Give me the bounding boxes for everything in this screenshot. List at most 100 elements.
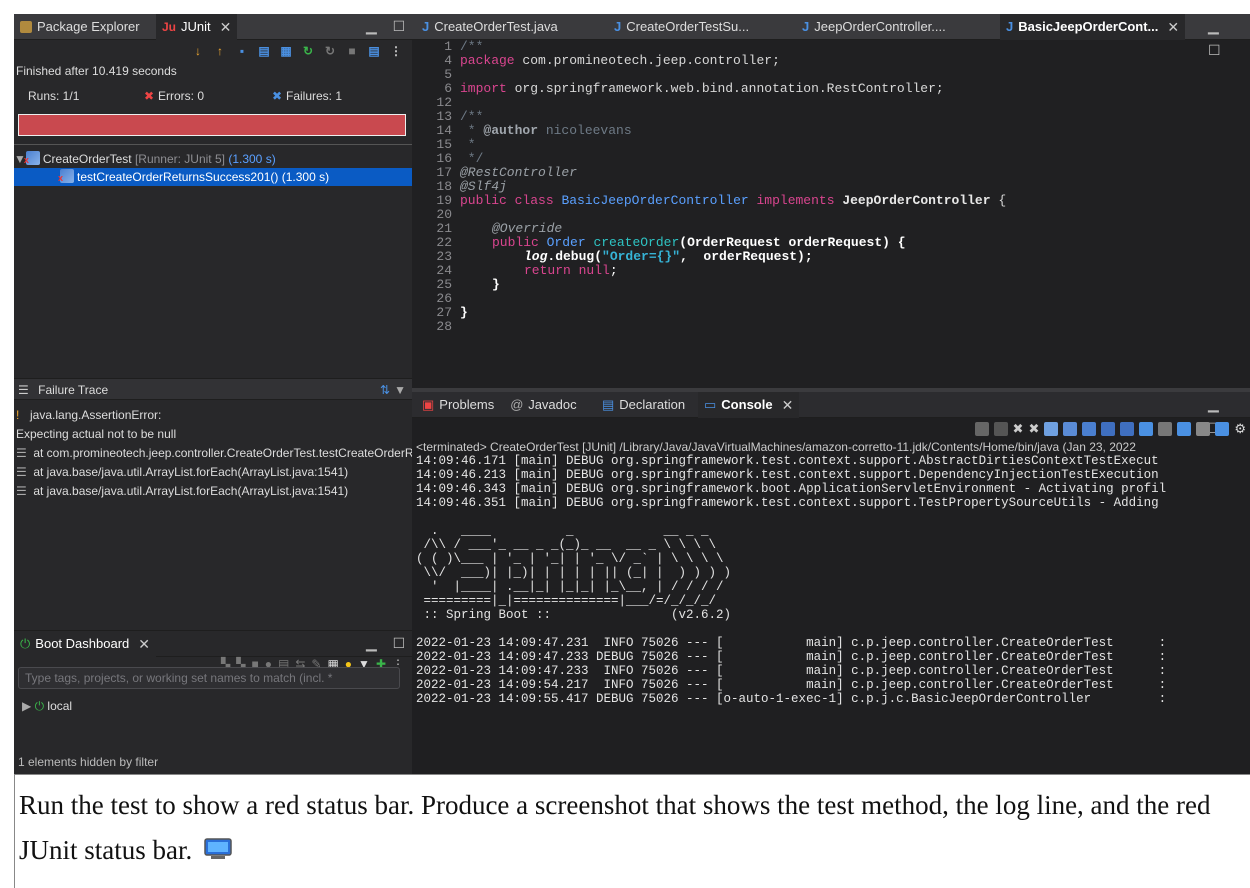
window-controls[interactable]: ▁ ☐ <box>1208 14 1250 58</box>
code-param: orderRequest) { <box>780 235 906 250</box>
next-failure-icon[interactable]: ↓ <box>190 43 206 59</box>
scroll-lock-icon[interactable]: ▤ <box>256 43 272 59</box>
skipped-tests-icon[interactable]: ▦ <box>278 43 294 59</box>
tab-label: Console <box>721 397 773 412</box>
editor-tab[interactable]: J JeepOrderController.... <box>796 14 952 40</box>
window-controls[interactable]: ▁ ☐ <box>366 631 411 657</box>
previous-failure-icon[interactable]: ↑ <box>212 43 228 59</box>
show-on-output-icon[interactable] <box>1101 422 1116 436</box>
tab-javadoc[interactable]: @ Javadoc <box>504 392 583 418</box>
code-text: ; <box>609 263 618 278</box>
line-number: 18 <box>436 179 452 194</box>
console-view: ▣ Problems @ Javadoc ▤ Declaration ▭ Console… <box>412 388 1250 774</box>
trace-line[interactable]: Expecting actual not to be null <box>16 425 412 443</box>
filter-icon[interactable]: ▼ <box>394 379 406 401</box>
error-icon: ✖ <box>144 89 155 103</box>
tab-package-explorer[interactable]: Package Explorer <box>14 14 146 40</box>
code-keyword: public <box>492 235 539 250</box>
new-console-icon[interactable] <box>1215 422 1230 436</box>
close-icon[interactable]: ✕ <box>220 14 232 40</box>
clear-console-icon[interactable] <box>1044 422 1059 436</box>
line-number: 26 <box>436 291 452 306</box>
package-explorer-icon <box>20 21 32 33</box>
trace-line[interactable]: ☰ at com.promineotech.jeep.controller.Cr… <box>16 444 412 462</box>
power-icon: ⏻ <box>20 636 31 651</box>
javadoc-icon: @ <box>510 397 524 412</box>
pin-console-icon[interactable] <box>1139 422 1154 436</box>
line-number: 20 <box>436 207 452 222</box>
show-failures-only-icon[interactable]: ▪ <box>234 43 250 59</box>
code-keyword: import <box>460 81 507 96</box>
code-method-name: createOrder <box>593 235 680 250</box>
power-icon: ⏻ <box>34 699 45 713</box>
editor-tab[interactable]: J CreateOrderTestSu... <box>608 14 755 40</box>
boot-node-local[interactable]: ▶ ⏻ local <box>22 697 412 715</box>
console-line: 14:09:46.351 [main] DEBUG org.springfram… <box>416 496 1159 510</box>
stop-icon[interactable] <box>993 422 1008 436</box>
problems-icon: ▣ <box>422 397 435 412</box>
rerun-failed-icon[interactable]: ↻ <box>322 43 338 59</box>
show-on-error-icon[interactable] <box>1120 422 1135 436</box>
left-tabbar: Package Explorer Ju JUnit ✕ ▁ ☐ <box>14 14 412 40</box>
eclipse-window: Package Explorer Ju JUnit ✕ ▁ ☐ ↓ ↑ ▪ ▤ … <box>14 14 1250 774</box>
tab-boot-dashboard[interactable]: ⏻ Boot Dashboard ✕ <box>14 631 156 657</box>
console-line: 2022-01-23 14:09:47.231 INFO 75026 --- [… <box>416 636 1167 650</box>
console-line: :: Spring Boot :: (v2.6.2) <box>416 608 732 622</box>
scroll-lock-icon[interactable] <box>1063 422 1078 436</box>
close-icon[interactable]: ✕ <box>782 392 794 418</box>
display-console-icon[interactable] <box>1158 422 1173 436</box>
trace-line[interactable]: ☰ at java.base/java.util.ArrayList.forEa… <box>16 463 412 481</box>
copy-icon[interactable] <box>1196 422 1211 436</box>
line-number: 4 <box>444 53 452 68</box>
junit-icon: Ju <box>162 20 177 34</box>
console-toolbar: ✖ ✖ ⚙ <box>412 418 1250 440</box>
trace-text: at java.base/java.util.ArrayList.forEach… <box>33 484 349 498</box>
open-console-icon[interactable] <box>1177 422 1192 436</box>
editor-tab[interactable]: J CreateOrderTest.java <box>416 14 564 40</box>
tab-declaration[interactable]: ▤ Declaration <box>596 392 691 418</box>
history-icon[interactable]: ▤ <box>366 43 382 59</box>
remove-all-icon[interactable]: ✖ <box>1028 421 1039 437</box>
caption-text: Run the test to show a red status bar. P… <box>19 790 1211 865</box>
rerun-icon[interactable]: ↻ <box>300 43 316 59</box>
code-annotation: @Slf4j <box>460 179 507 194</box>
line-number: 14 <box>436 123 452 138</box>
console-line: ' |____| .__|_| |_|_| |_\__, | / / / / <box>416 580 724 594</box>
console-line: ​ <box>416 510 1166 524</box>
boot-filter-input[interactable]: Type tags, projects, or working set name… <box>18 667 400 689</box>
line-number: 27 <box>436 305 452 320</box>
test-class-row[interactable]: ▼CreateOrderTest [Runner: JUnit 5] (1.30… <box>14 150 412 169</box>
trace-line[interactable]: ! java.lang.AssertionError: <box>16 406 412 424</box>
close-icon[interactable]: ✕ <box>1167 14 1179 40</box>
test-suite-icon <box>24 151 40 169</box>
settings-icon[interactable]: ⚙ <box>1234 421 1246 437</box>
line-number: 28 <box>436 319 452 334</box>
test-method-icon <box>58 169 74 187</box>
tab-label: Problems <box>439 397 495 412</box>
close-icon[interactable]: ✕ <box>138 631 150 657</box>
console-icon: ▭ <box>704 397 717 412</box>
test-runner: [Runner: JUnit 5] <box>134 152 225 166</box>
editor-tab-active[interactable]: J BasicJeepOrderCont... ✕ <box>1000 14 1186 40</box>
tab-problems[interactable]: ▣ Problems <box>416 392 500 418</box>
tab-junit[interactable]: Ju JUnit ✕ <box>156 14 238 40</box>
window-controls[interactable]: ▁ ☐ <box>366 14 411 40</box>
line-number: 24 <box>436 263 452 278</box>
test-method-row[interactable]: testCreateOrderReturnsSuccess201() (1.30… <box>14 168 412 187</box>
trace-line[interactable]: ☰ at java.base/java.util.ArrayList.forEa… <box>16 482 412 500</box>
remove-launch-icon[interactable]: ✖ <box>1013 421 1024 437</box>
tab-console[interactable]: ▭ Console ✕ <box>698 392 800 418</box>
compare-icon[interactable]: ⇅ <box>380 379 390 401</box>
stop-icon[interactable]: ■ <box>344 43 360 59</box>
expand-arrow-icon[interactable]: ▶ <box>22 699 31 713</box>
view-menu-icon[interactable]: ⋮ <box>388 43 404 59</box>
word-wrap-icon[interactable] <box>1082 422 1097 436</box>
code-text: .debug( <box>547 249 603 264</box>
stack-frame-icon: ☰ <box>16 465 27 479</box>
window-controls[interactable]: ▁ ☐ <box>1208 392 1250 436</box>
tab-package-explorer-label: Package Explorer <box>37 19 140 34</box>
console-output[interactable]: 14:09:46.171 [main] DEBUG org.springfram… <box>416 454 1166 706</box>
terminate-icon[interactable] <box>974 422 989 436</box>
line-number: 23 <box>436 249 452 264</box>
line-number: 16 <box>436 151 452 166</box>
